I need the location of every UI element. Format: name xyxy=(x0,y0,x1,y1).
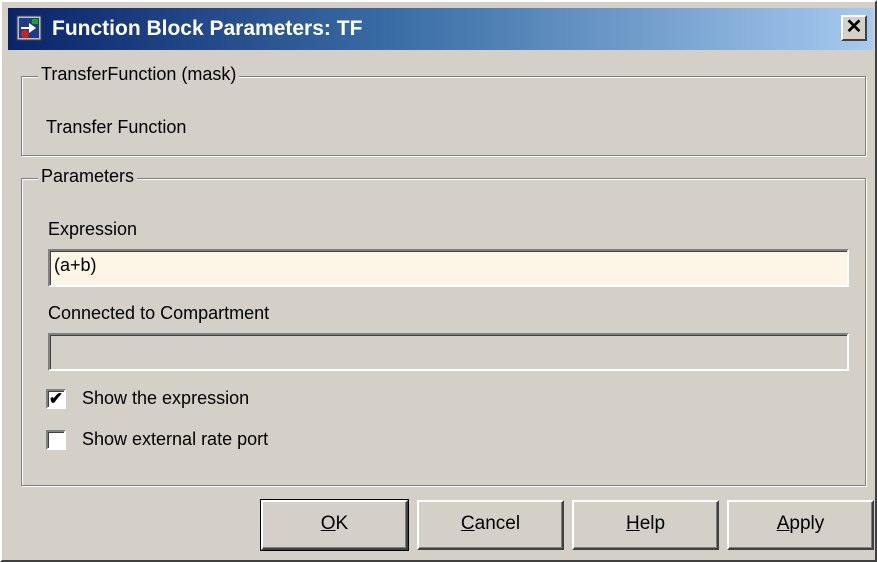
title-bar[interactable]: Function Block Parameters: TF ✕ xyxy=(8,8,873,50)
cancel-button[interactable]: Cancel xyxy=(417,500,564,550)
show-expression-checkbox[interactable]: ✔ xyxy=(46,389,66,409)
parameters-groupbox: Parameters Expression (a+b) Connected to… xyxy=(21,166,866,486)
cancel-mnemonic: C xyxy=(460,513,475,534)
expression-value: (a+b) xyxy=(54,255,97,275)
apply-mnemonic: A xyxy=(776,513,790,534)
help-mnemonic: H xyxy=(625,513,640,534)
ok-mnemonic: O xyxy=(320,513,336,534)
ok-label-rest: K xyxy=(335,513,349,534)
close-button[interactable]: ✕ xyxy=(841,15,867,41)
show-rate-port-checkbox[interactable] xyxy=(46,430,66,450)
ok-button[interactable]: OK xyxy=(260,499,409,551)
show-rate-port-label[interactable]: Show external rate port xyxy=(82,429,268,450)
help-label-rest: elp xyxy=(639,513,666,534)
window-title: Function Block Parameters: TF xyxy=(52,17,363,40)
mask-groupbox: TransferFunction (mask) Transfer Functio… xyxy=(21,64,866,156)
compartment-input[interactable] xyxy=(48,333,849,371)
mask-description: Transfer Function xyxy=(46,117,187,137)
apply-button[interactable]: Apply xyxy=(727,500,874,550)
compartment-label: Connected to Compartment xyxy=(48,303,270,323)
mask-group-legend: TransferFunction (mask) xyxy=(38,64,240,85)
show-expression-label[interactable]: Show the expression xyxy=(82,388,249,409)
expression-label: Expression xyxy=(48,219,138,239)
help-button[interactable]: Help xyxy=(572,500,719,550)
dialog-window: Function Block Parameters: TF ✕ Transfer… xyxy=(0,0,877,562)
simulink-block-icon[interactable] xyxy=(16,15,42,41)
cancel-label-rest: ancel xyxy=(474,513,521,534)
apply-label-rest: pply xyxy=(789,513,825,534)
close-icon: ✕ xyxy=(845,16,863,38)
expression-input[interactable]: (a+b) xyxy=(48,249,849,287)
checkmark-icon: ✔ xyxy=(48,389,64,408)
parameters-group-legend: Parameters xyxy=(38,166,138,187)
